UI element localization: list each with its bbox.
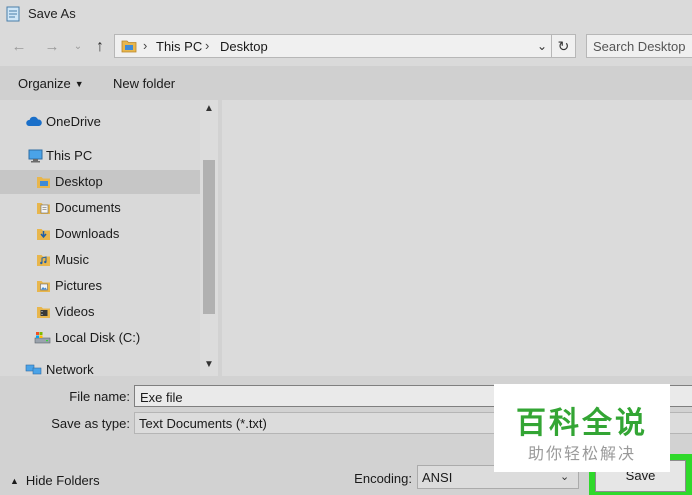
scroll-down-icon[interactable]: ▼ bbox=[200, 356, 218, 374]
hide-folders-label: Hide Folders bbox=[25, 473, 100, 488]
search-placeholder: Search Desktop bbox=[593, 39, 686, 54]
caret-up-icon: ▲ bbox=[10, 476, 19, 486]
sidebar-item-label: Documents bbox=[55, 200, 121, 215]
encoding-label: Encoding: bbox=[354, 471, 412, 486]
address-bar[interactable]: › This PC › Desktop ⌄ bbox=[114, 34, 552, 58]
organize-label: Organize bbox=[18, 76, 71, 91]
scrollbar-thumb[interactable] bbox=[203, 160, 215, 314]
sidebar-item-label: Videos bbox=[55, 304, 95, 319]
command-toolbar: Organize ▼ New folder bbox=[0, 66, 692, 100]
title-bar: Save As bbox=[0, 0, 692, 28]
save-as-type-label: Save as type: bbox=[51, 416, 130, 431]
sidebar-item-label: Desktop bbox=[55, 174, 103, 189]
breadcrumb-this-pc[interactable]: This PC bbox=[156, 39, 202, 54]
watermark-title: 百科全说 bbox=[516, 406, 648, 441]
breadcrumb-separator: › bbox=[205, 38, 210, 53]
sidebar-item-this-pc[interactable]: This PC bbox=[0, 144, 200, 168]
save-as-type-value: Text Documents (*.txt) bbox=[139, 416, 267, 431]
sidebar-item-label: This PC bbox=[46, 148, 93, 163]
organize-button[interactable]: Organize ▼ bbox=[10, 74, 92, 94]
local-disk-icon bbox=[34, 332, 51, 344]
watermark-subtitle: 助你轻松解决 bbox=[527, 444, 636, 463]
pictures-folder-icon bbox=[37, 281, 50, 292]
chevron-down-icon[interactable]: ⌄ bbox=[68, 37, 88, 57]
address-row: ← → ⌄ ↑ › This PC › Desktop ⌄ ↻ Search D… bbox=[0, 28, 692, 66]
file-list[interactable] bbox=[222, 100, 692, 376]
new-folder-button[interactable]: New folder bbox=[106, 74, 182, 94]
sidebar-item-onedrive[interactable]: OneDrive bbox=[0, 110, 200, 134]
chevron-down-icon[interactable]: ⌄ bbox=[533, 37, 551, 55]
breadcrumb-desktop[interactable]: Desktop bbox=[220, 39, 268, 54]
desktop-folder-icon bbox=[37, 177, 50, 188]
sidebar-item-pictures[interactable]: Pictures bbox=[0, 274, 200, 298]
sidebar-item-label: Downloads bbox=[55, 226, 120, 241]
sidebar-item-music[interactable]: Music bbox=[0, 248, 200, 272]
network-icon bbox=[25, 364, 42, 375]
sidebar-item-downloads[interactable]: Downloads bbox=[0, 222, 200, 246]
forward-arrow-icon[interactable]: → bbox=[42, 37, 62, 57]
cloud-icon bbox=[26, 116, 42, 126]
videos-folder-icon bbox=[37, 307, 50, 318]
navigation-pane: OneDrive This PC Desktop Documents Downl… bbox=[0, 100, 200, 376]
refresh-icon[interactable]: ↻ bbox=[552, 34, 576, 58]
search-input[interactable]: Search Desktop bbox=[586, 34, 692, 58]
sidebar-item-label: Network bbox=[46, 362, 94, 376]
navigation-scrollbar[interactable]: ▲ ▼ bbox=[200, 100, 218, 376]
sidebar-item-desktop[interactable]: Desktop bbox=[0, 170, 200, 194]
breadcrumb-separator: › bbox=[143, 38, 148, 53]
sidebar-item-network[interactable]: Network bbox=[0, 358, 200, 376]
back-arrow-icon[interactable]: ← bbox=[9, 37, 29, 57]
sidebar-item-label: Local Disk (C:) bbox=[55, 330, 141, 345]
downloads-folder-icon bbox=[37, 229, 50, 240]
computer-icon bbox=[28, 149, 43, 163]
window-title: Save As bbox=[28, 6, 76, 21]
hide-folders-button[interactable]: ▲ Hide Folders bbox=[10, 472, 100, 490]
file-name-label: File name: bbox=[69, 389, 130, 404]
documents-folder-icon bbox=[37, 203, 50, 214]
encoding-value: ANSI bbox=[422, 470, 453, 485]
watermark-logo: 百科全说 助你轻松解决 bbox=[494, 384, 670, 472]
sidebar-item-label: Music bbox=[55, 252, 89, 267]
folder-icon bbox=[121, 40, 137, 53]
sidebar-item-local-disk[interactable]: Local Disk (C:) bbox=[0, 326, 200, 350]
scroll-up-icon[interactable]: ▲ bbox=[200, 100, 218, 118]
notepad-icon bbox=[6, 6, 20, 22]
sidebar-item-label: OneDrive bbox=[46, 114, 101, 129]
music-folder-icon bbox=[37, 255, 50, 266]
sidebar-item-documents[interactable]: Documents bbox=[0, 196, 200, 220]
sidebar-item-videos[interactable]: Videos bbox=[0, 300, 200, 324]
sidebar-item-label: Pictures bbox=[55, 278, 102, 293]
caret-down-icon: ▼ bbox=[74, 79, 84, 89]
up-arrow-icon[interactable]: ↑ bbox=[90, 37, 110, 57]
